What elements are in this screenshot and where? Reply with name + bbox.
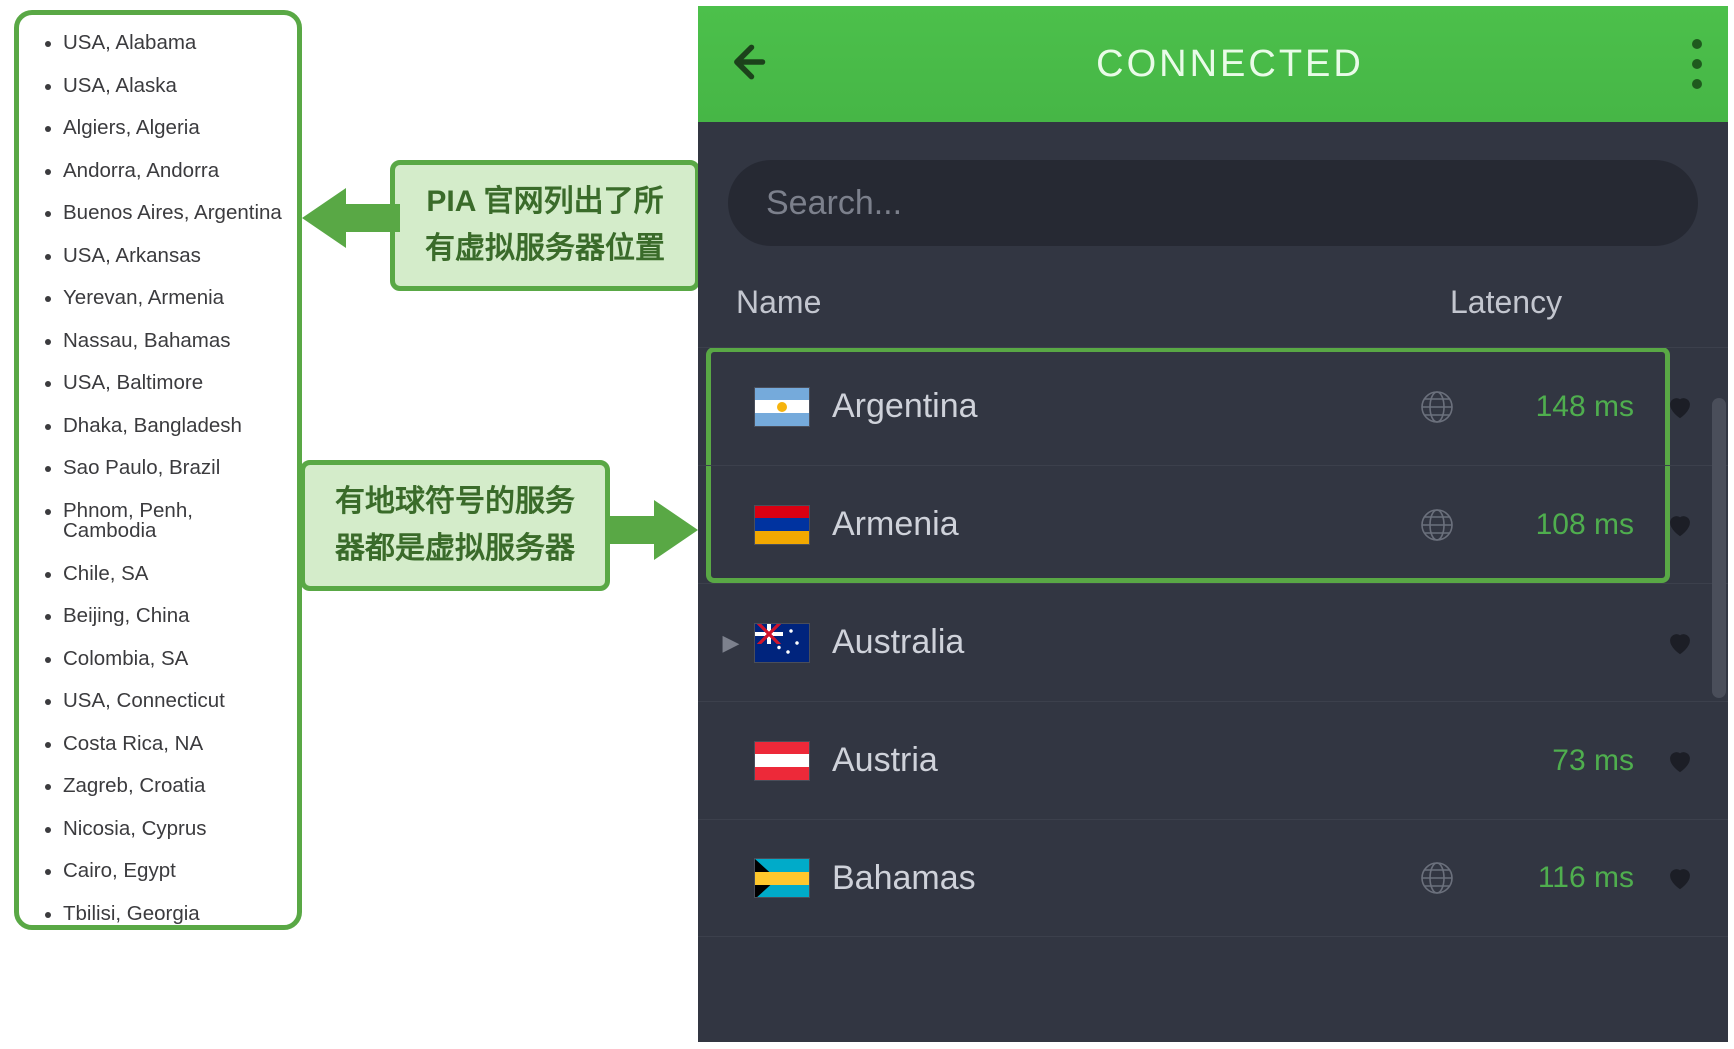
column-header-latency[interactable]: Latency xyxy=(1450,284,1690,321)
column-header-name[interactable]: Name xyxy=(736,284,1450,321)
server-list: Argentina 148 ms Armenia 108 ms xyxy=(698,347,1728,937)
expand-toggle[interactable]: ▶ xyxy=(714,630,748,656)
callout-website-lists-virtual: PIA 官网列出了所有虚拟服务器位置 xyxy=(390,160,700,291)
server-name: Bahamas xyxy=(832,859,1406,898)
latency-value: 73 ms xyxy=(1454,744,1634,778)
scrollbar[interactable] xyxy=(1712,398,1726,698)
globe-icon xyxy=(1420,861,1454,895)
list-item: Nicosia, Cyprus xyxy=(41,819,283,840)
server-row-austria[interactable]: Austria 73 ms xyxy=(698,701,1728,819)
flag-armenia-icon xyxy=(754,505,810,545)
list-item: Cairo, Egypt xyxy=(41,861,283,882)
list-item: Costa Rica, NA xyxy=(41,734,283,755)
list-item: Nassau, Bahamas xyxy=(41,331,283,352)
list-item: Zagreb, Croatia xyxy=(41,776,283,797)
search-container: Search... xyxy=(698,122,1728,266)
server-row-argentina[interactable]: Argentina 148 ms xyxy=(698,347,1728,465)
kebab-dot-icon xyxy=(1692,39,1702,49)
list-item: Beijing, China xyxy=(41,606,283,627)
flag-austria-icon xyxy=(754,741,810,781)
list-item: USA, Alaska xyxy=(41,76,283,97)
favorite-button[interactable] xyxy=(1660,393,1700,421)
arrow-right-icon xyxy=(606,500,698,560)
list-item: Buenos Aires, Argentina xyxy=(41,203,283,224)
favorite-button[interactable] xyxy=(1660,629,1700,657)
favorite-button[interactable] xyxy=(1660,864,1700,892)
virtual-locations-list: USA, Alabama USA, Alaska Algiers, Algeri… xyxy=(41,33,283,924)
list-item: USA, Connecticut xyxy=(41,691,283,712)
list-item: Colombia, SA xyxy=(41,649,283,670)
server-name: Argentina xyxy=(832,387,1406,426)
server-list-header: Name Latency xyxy=(698,266,1728,347)
latency-value: 116 ms xyxy=(1454,861,1634,895)
list-item: USA, Baltimore xyxy=(41,373,283,394)
back-button[interactable] xyxy=(724,40,768,89)
server-row-armenia[interactable]: Armenia 108 ms xyxy=(698,465,1728,583)
list-item: Sao Paulo, Brazil xyxy=(41,458,283,479)
search-input[interactable]: Search... xyxy=(728,160,1698,246)
kebab-dot-icon xyxy=(1692,79,1702,89)
list-item: Chile, SA xyxy=(41,564,283,585)
server-name: Armenia xyxy=(832,505,1406,544)
globe-icon xyxy=(1420,508,1454,542)
flag-bahamas-icon xyxy=(754,858,810,898)
favorite-button[interactable] xyxy=(1660,747,1700,775)
list-item: USA, Arkansas xyxy=(41,246,283,267)
list-item: Phnom, Penh, Cambodia xyxy=(41,501,283,542)
menu-button[interactable] xyxy=(1692,39,1702,89)
server-row-bahamas[interactable]: Bahamas 116 ms xyxy=(698,819,1728,937)
list-item: Algiers, Algeria xyxy=(41,118,283,139)
server-row-australia[interactable]: ▶ Australia xyxy=(698,583,1728,701)
globe-icon xyxy=(1420,390,1454,424)
list-item: USA, Alabama xyxy=(41,33,283,54)
latency-value: 108 ms xyxy=(1454,508,1634,542)
favorite-button[interactable] xyxy=(1660,511,1700,539)
search-placeholder: Search... xyxy=(766,184,902,223)
arrow-left-icon xyxy=(302,188,394,248)
virtual-locations-panel: USA, Alabama USA, Alaska Algiers, Algeri… xyxy=(14,10,302,930)
flag-australia-icon xyxy=(754,623,810,663)
server-name: Australia xyxy=(832,623,1454,662)
latency-value: 148 ms xyxy=(1454,390,1634,424)
flag-argentina-icon xyxy=(754,387,810,427)
list-item: Andorra, Andorra xyxy=(41,161,283,182)
list-item: Dhaka, Bangladesh xyxy=(41,416,283,437)
vpn-app-window: CONNECTED Search... Name Latency Argenti… xyxy=(698,6,1728,1042)
app-header: CONNECTED xyxy=(698,6,1728,122)
connection-status: CONNECTED xyxy=(1096,43,1364,86)
list-item: Yerevan, Armenia xyxy=(41,288,283,309)
server-name: Austria xyxy=(832,741,1454,780)
callout-globe-means-virtual: 有地球符号的服务器都是虚拟服务器 xyxy=(300,460,610,591)
kebab-dot-icon xyxy=(1692,59,1702,69)
list-item: Tbilisi, Georgia xyxy=(41,904,283,925)
